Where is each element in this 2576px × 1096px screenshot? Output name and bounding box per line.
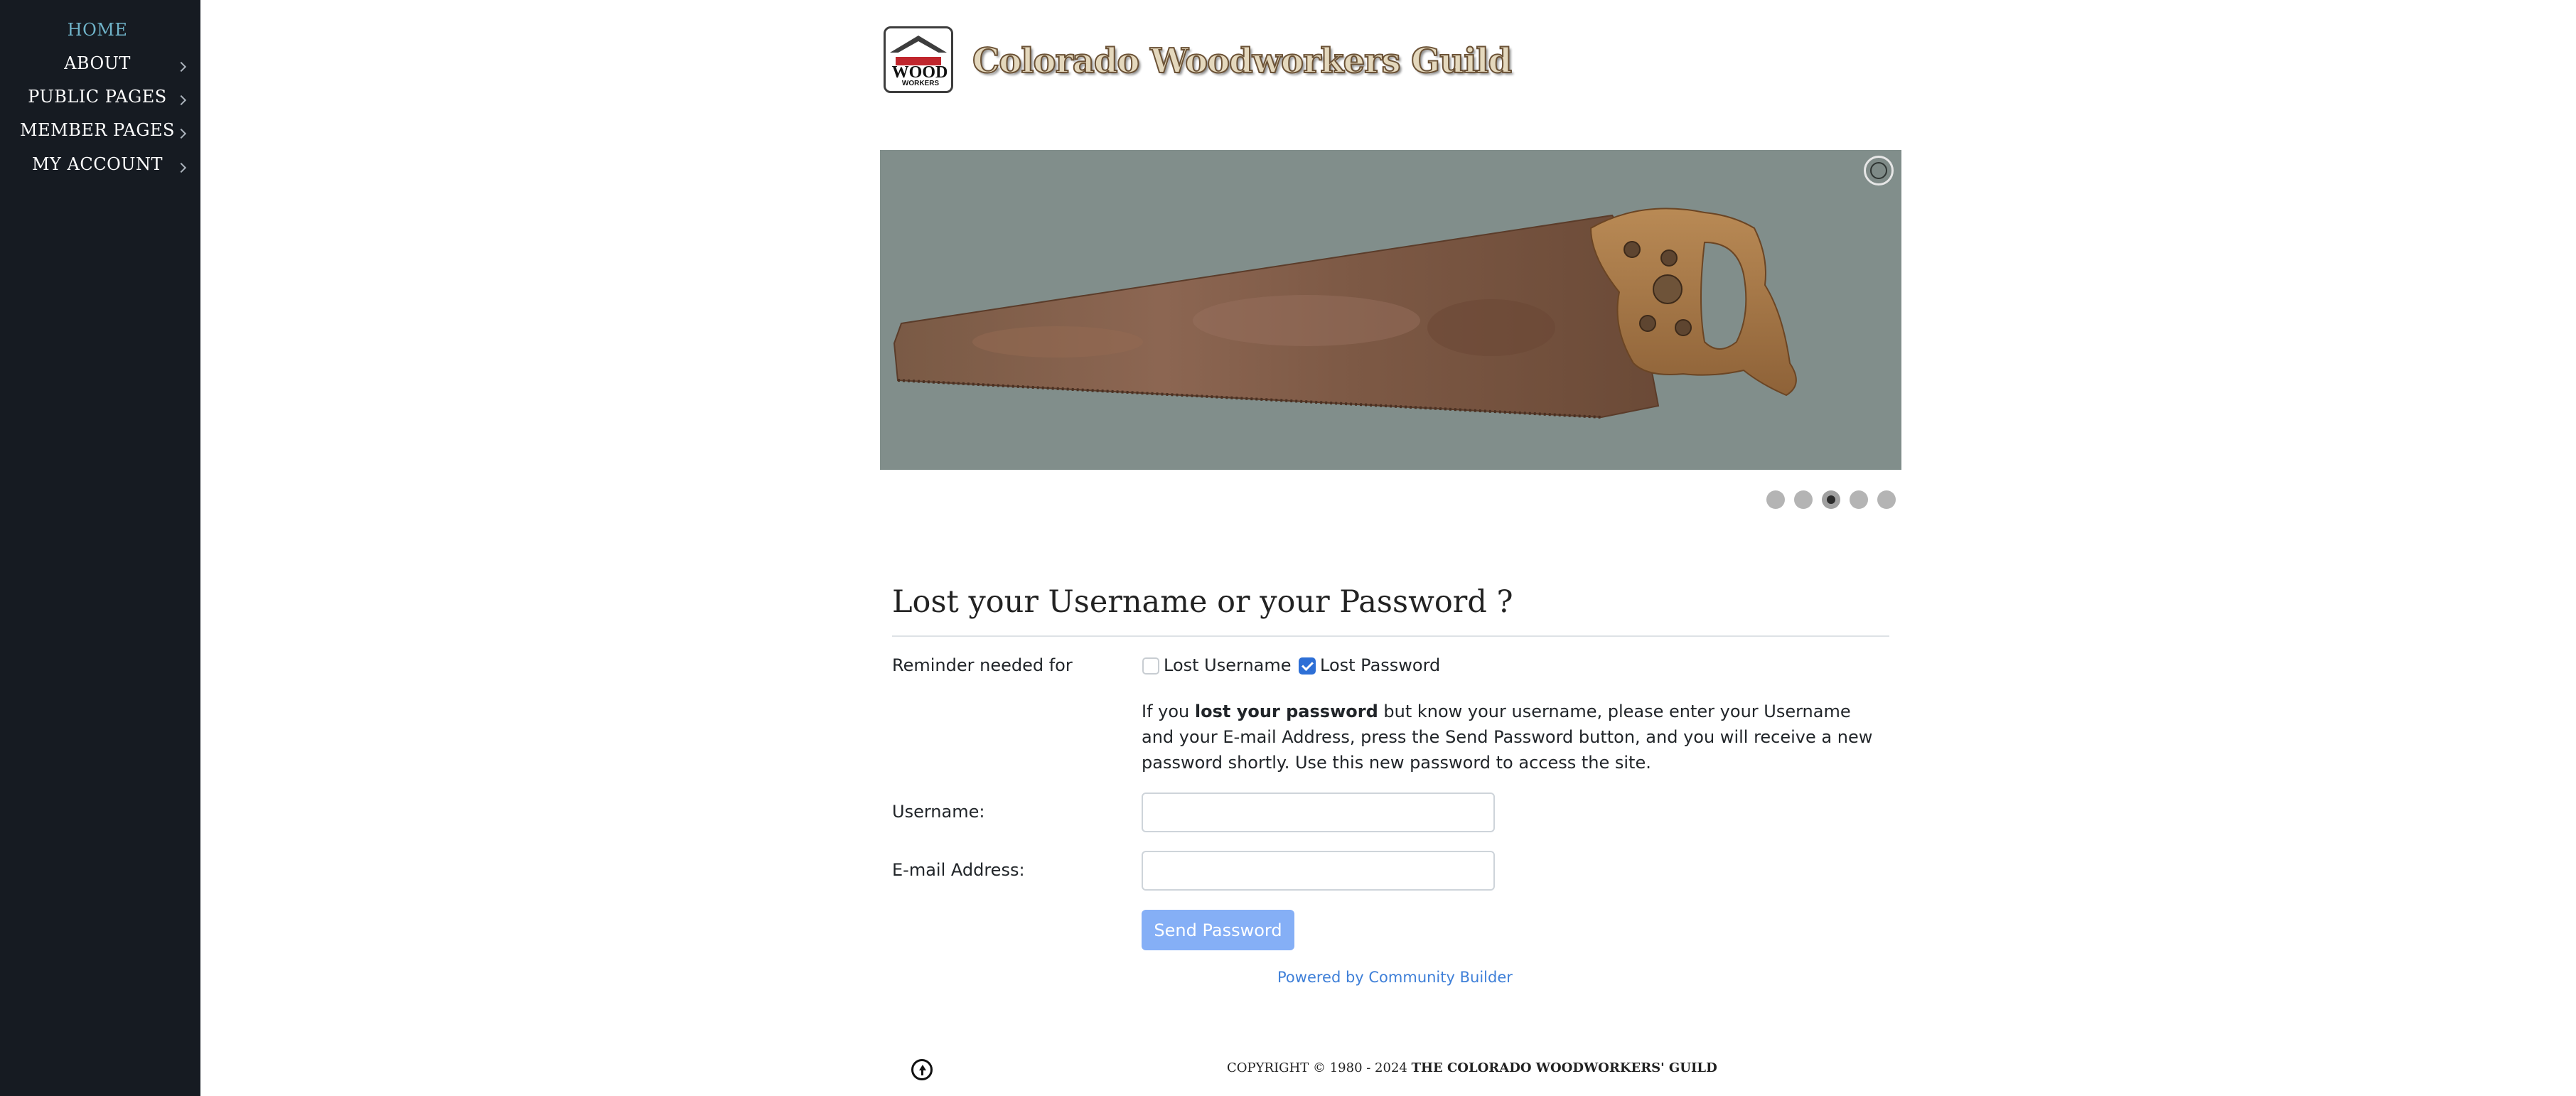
heading-divider <box>892 635 1889 637</box>
slider-dot-3[interactable] <box>1822 490 1840 509</box>
nav-item-my-account[interactable]: MY ACCOUNT <box>0 149 200 180</box>
footer-copyright: Copyright © 1980 - 2024 The Colorado Woo… <box>1227 1060 1717 1075</box>
lost-password-checkbox[interactable] <box>1299 657 1316 675</box>
username-input[interactable] <box>1142 793 1495 832</box>
back-to-top-icon[interactable] <box>911 1059 933 1080</box>
nav-item-member-pages[interactable]: MEMBER PAGES <box>0 114 200 146</box>
nav-item-home[interactable]: HOME <box>0 14 200 45</box>
nav-item-public-pages[interactable]: PUBLIC PAGES <box>0 81 200 112</box>
help-text-prefix: If you <box>1142 702 1195 721</box>
page-title: Lost your Username or your Password ? <box>892 584 1513 620</box>
slider-dot-1[interactable] <box>1766 490 1785 509</box>
username-label: Username: <box>892 802 985 822</box>
image-slider <box>880 150 1901 470</box>
logo-roof-inner <box>896 41 941 54</box>
slider-dot-5[interactable] <box>1877 490 1896 509</box>
rusty-saw-image <box>893 208 1797 419</box>
site-title[interactable]: Colorado Woodworkers Guild <box>972 41 1513 82</box>
help-text-bold: lost your password <box>1194 702 1378 721</box>
nav-item-label: HOME <box>67 20 128 40</box>
nav-item-label: MY ACCOUNT <box>31 154 163 174</box>
reminder-label: Reminder needed for <box>892 655 1073 675</box>
powered-by-link[interactable]: Powered by Community Builder <box>1277 969 1513 986</box>
slider-pause-button[interactable] <box>1864 156 1894 186</box>
lost-username-checkbox[interactable] <box>1142 657 1159 675</box>
slider-dot-4[interactable] <box>1850 490 1868 509</box>
email-label: E-mail Address: <box>892 860 1025 880</box>
logo-subtext: WORKERS <box>901 80 940 87</box>
nav-item-label: ABOUT <box>64 53 131 73</box>
copyright-prefix: Copyright © 1980 - 2024 <box>1227 1060 1412 1075</box>
slider-dot-2[interactable] <box>1794 490 1813 509</box>
sidebar-nav: HOME ABOUT PUBLIC PAGES MEMBER PAGES MY … <box>0 0 200 1096</box>
copyright-org: The Colorado Woodworkers' Guild <box>1411 1060 1717 1075</box>
lost-username-label[interactable]: Lost Username <box>1164 655 1292 675</box>
site-logo[interactable]: WOOD WORKERS <box>884 26 953 93</box>
help-text: If you lost your password but know your … <box>1142 699 1881 775</box>
nav-item-label: PUBLIC PAGES <box>28 87 167 107</box>
logo-text: WOOD <box>891 63 948 82</box>
send-password-button[interactable]: Send Password <box>1142 910 1294 950</box>
nav-item-about[interactable]: ABOUT <box>0 48 200 79</box>
email-input[interactable] <box>1142 851 1495 891</box>
nav-item-label: MEMBER PAGES <box>20 120 175 140</box>
lost-password-label[interactable]: Lost Password <box>1320 655 1440 675</box>
